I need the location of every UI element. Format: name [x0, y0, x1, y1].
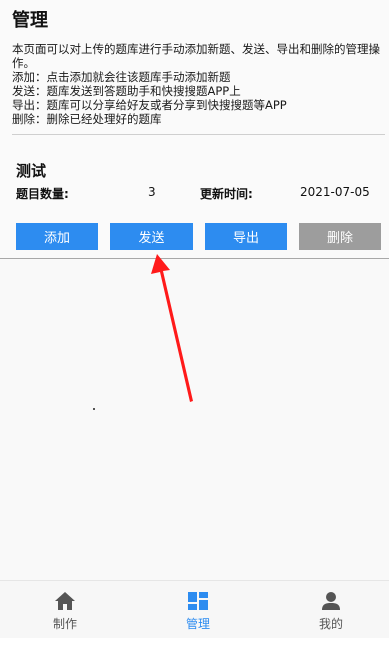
tab-manage-label: 管理: [185, 617, 210, 631]
tab-bar: 制作 管理 我的: [0, 580, 389, 638]
description-intro: 本页面可以对上传的题库进行手动添加新题、发送、导出和删除的管理操作。: [12, 42, 380, 70]
section-divider: [0, 258, 389, 259]
tab-manage[interactable]: 管理: [148, 581, 248, 639]
updated-time-label: 更新时间:: [200, 187, 253, 201]
description: 本页面可以对上传的题库进行手动添加新题、发送、导出和删除的管理操作。 添加：点击…: [12, 42, 380, 126]
question-count-value: 3: [148, 185, 156, 199]
add-button[interactable]: 添加: [16, 223, 98, 250]
updated-time-value: 2021-07-05: [300, 185, 370, 199]
description-send: 发送：题库发送到答题助手和快搜搜题APP上: [12, 84, 241, 98]
send-button[interactable]: 发送: [110, 223, 193, 250]
delete-button[interactable]: 删除: [299, 223, 381, 250]
page: 管理 本页面可以对上传的题库进行手动添加新题、发送、导出和删除的管理操作。 添加…: [0, 0, 389, 648]
tab-mine[interactable]: 我的: [281, 581, 381, 639]
export-button[interactable]: 导出: [205, 223, 287, 250]
grid-icon: [188, 592, 208, 610]
divider: [12, 134, 385, 135]
description-delete: 删除：删除已经处理好的题库: [12, 112, 162, 126]
stray-dot: [93, 408, 95, 410]
description-export: 导出：题库可以分享给好友或者分享到快搜搜题等APP: [12, 98, 287, 112]
tab-make-label: 制作: [52, 617, 77, 631]
header-section: 管理 本页面可以对上传的题库进行手动添加新题、发送、导出和删除的管理操作。 添加…: [0, 0, 389, 258]
tab-make[interactable]: 制作: [15, 581, 115, 639]
bottom-strip: [0, 638, 389, 648]
bank-name: 测试: [16, 162, 47, 180]
question-count-label: 题目数量:: [16, 187, 69, 201]
home-icon: [55, 592, 75, 610]
person-icon: [322, 592, 340, 610]
tab-mine-label: 我的: [318, 617, 343, 631]
description-add: 添加：点击添加就会往该题库手动添加新题: [12, 70, 231, 84]
page-title: 管理: [12, 10, 48, 31]
